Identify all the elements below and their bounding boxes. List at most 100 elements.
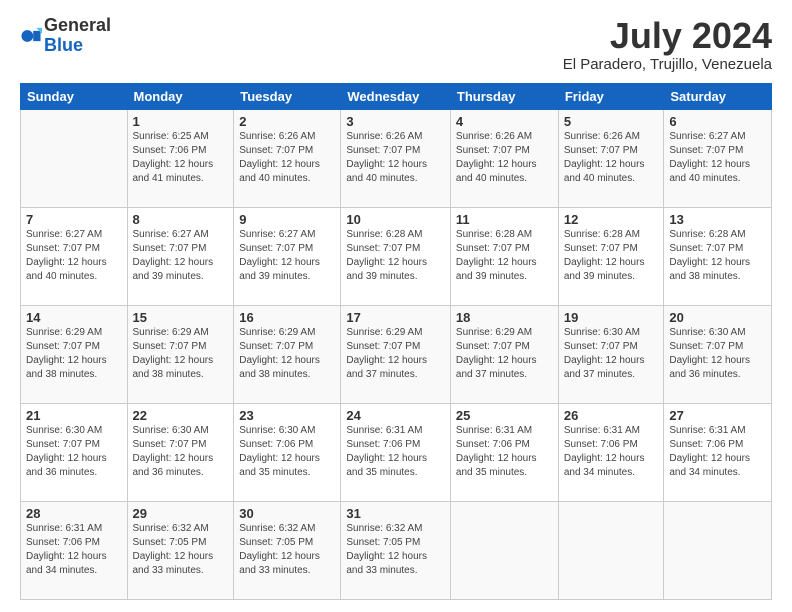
table-row: 4Sunrise: 6:26 AMSunset: 7:07 PMDaylight… bbox=[450, 109, 558, 207]
logo-general: General bbox=[44, 16, 111, 36]
day-number: 31 bbox=[346, 506, 445, 521]
table-row: 17Sunrise: 6:29 AMSunset: 7:07 PMDayligh… bbox=[341, 305, 451, 403]
header-tuesday: Tuesday bbox=[234, 83, 341, 109]
table-row: 27Sunrise: 6:31 AMSunset: 7:06 PMDayligh… bbox=[664, 403, 772, 501]
table-row: 23Sunrise: 6:30 AMSunset: 7:06 PMDayligh… bbox=[234, 403, 341, 501]
day-info: Sunrise: 6:31 AMSunset: 7:06 PMDaylight:… bbox=[346, 424, 445, 480]
day-info: Sunrise: 6:29 AMSunset: 7:07 PMDaylight:… bbox=[133, 326, 229, 382]
table-row: 8Sunrise: 6:27 AMSunset: 7:07 PMDaylight… bbox=[127, 207, 234, 305]
day-info: Sunrise: 6:28 AMSunset: 7:07 PMDaylight:… bbox=[456, 228, 553, 284]
table-row: 13Sunrise: 6:28 AMSunset: 7:07 PMDayligh… bbox=[664, 207, 772, 305]
day-info: Sunrise: 6:26 AMSunset: 7:07 PMDaylight:… bbox=[564, 130, 659, 186]
day-number: 9 bbox=[239, 212, 335, 227]
day-info: Sunrise: 6:30 AMSunset: 7:07 PMDaylight:… bbox=[133, 424, 229, 480]
table-row: 24Sunrise: 6:31 AMSunset: 7:06 PMDayligh… bbox=[341, 403, 451, 501]
table-row: 29Sunrise: 6:32 AMSunset: 7:05 PMDayligh… bbox=[127, 501, 234, 599]
day-number: 30 bbox=[239, 506, 335, 521]
table-row: 12Sunrise: 6:28 AMSunset: 7:07 PMDayligh… bbox=[558, 207, 664, 305]
table-row: 3Sunrise: 6:26 AMSunset: 7:07 PMDaylight… bbox=[341, 109, 451, 207]
day-info: Sunrise: 6:27 AMSunset: 7:07 PMDaylight:… bbox=[133, 228, 229, 284]
logo: General Blue bbox=[20, 16, 111, 56]
week-row-1: 1Sunrise: 6:25 AMSunset: 7:06 PMDaylight… bbox=[21, 109, 772, 207]
day-info: Sunrise: 6:25 AMSunset: 7:06 PMDaylight:… bbox=[133, 130, 229, 186]
header-monday: Monday bbox=[127, 83, 234, 109]
day-info: Sunrise: 6:27 AMSunset: 7:07 PMDaylight:… bbox=[26, 228, 122, 284]
week-row-4: 21Sunrise: 6:30 AMSunset: 7:07 PMDayligh… bbox=[21, 403, 772, 501]
header-saturday: Saturday bbox=[664, 83, 772, 109]
location: El Paradero, Trujillo, Venezuela bbox=[563, 56, 772, 73]
day-number: 27 bbox=[669, 408, 766, 423]
day-info: Sunrise: 6:29 AMSunset: 7:07 PMDaylight:… bbox=[456, 326, 553, 382]
week-row-2: 7Sunrise: 6:27 AMSunset: 7:07 PMDaylight… bbox=[21, 207, 772, 305]
logo-blue: Blue bbox=[44, 36, 111, 56]
table-row bbox=[664, 501, 772, 599]
day-info: Sunrise: 6:32 AMSunset: 7:05 PMDaylight:… bbox=[133, 522, 229, 578]
day-number: 18 bbox=[456, 310, 553, 325]
day-number: 2 bbox=[239, 114, 335, 129]
day-info: Sunrise: 6:27 AMSunset: 7:07 PMDaylight:… bbox=[669, 130, 766, 186]
day-info: Sunrise: 6:31 AMSunset: 7:06 PMDaylight:… bbox=[669, 424, 766, 480]
day-info: Sunrise: 6:29 AMSunset: 7:07 PMDaylight:… bbox=[26, 326, 122, 382]
month-title: July 2024 bbox=[563, 16, 772, 56]
day-info: Sunrise: 6:27 AMSunset: 7:07 PMDaylight:… bbox=[239, 228, 335, 284]
header-wednesday: Wednesday bbox=[341, 83, 451, 109]
day-info: Sunrise: 6:30 AMSunset: 7:06 PMDaylight:… bbox=[239, 424, 335, 480]
table-row bbox=[558, 501, 664, 599]
day-number: 12 bbox=[564, 212, 659, 227]
day-number: 13 bbox=[669, 212, 766, 227]
day-number: 29 bbox=[133, 506, 229, 521]
table-row: 6Sunrise: 6:27 AMSunset: 7:07 PMDaylight… bbox=[664, 109, 772, 207]
header-sunday: Sunday bbox=[21, 83, 128, 109]
header-thursday: Thursday bbox=[450, 83, 558, 109]
table-row: 9Sunrise: 6:27 AMSunset: 7:07 PMDaylight… bbox=[234, 207, 341, 305]
table-row: 14Sunrise: 6:29 AMSunset: 7:07 PMDayligh… bbox=[21, 305, 128, 403]
day-number: 14 bbox=[26, 310, 122, 325]
day-info: Sunrise: 6:28 AMSunset: 7:07 PMDaylight:… bbox=[346, 228, 445, 284]
day-info: Sunrise: 6:30 AMSunset: 7:07 PMDaylight:… bbox=[564, 326, 659, 382]
table-row: 15Sunrise: 6:29 AMSunset: 7:07 PMDayligh… bbox=[127, 305, 234, 403]
table-row: 30Sunrise: 6:32 AMSunset: 7:05 PMDayligh… bbox=[234, 501, 341, 599]
table-row: 20Sunrise: 6:30 AMSunset: 7:07 PMDayligh… bbox=[664, 305, 772, 403]
day-info: Sunrise: 6:32 AMSunset: 7:05 PMDaylight:… bbox=[346, 522, 445, 578]
day-number: 5 bbox=[564, 114, 659, 129]
day-info: Sunrise: 6:26 AMSunset: 7:07 PMDaylight:… bbox=[456, 130, 553, 186]
table-row: 2Sunrise: 6:26 AMSunset: 7:07 PMDaylight… bbox=[234, 109, 341, 207]
week-row-5: 28Sunrise: 6:31 AMSunset: 7:06 PMDayligh… bbox=[21, 501, 772, 599]
header-friday: Friday bbox=[558, 83, 664, 109]
day-info: Sunrise: 6:31 AMSunset: 7:06 PMDaylight:… bbox=[564, 424, 659, 480]
table-row: 11Sunrise: 6:28 AMSunset: 7:07 PMDayligh… bbox=[450, 207, 558, 305]
day-number: 20 bbox=[669, 310, 766, 325]
day-number: 11 bbox=[456, 212, 553, 227]
day-number: 26 bbox=[564, 408, 659, 423]
day-number: 22 bbox=[133, 408, 229, 423]
logo-icon bbox=[20, 25, 42, 47]
day-number: 28 bbox=[26, 506, 122, 521]
day-info: Sunrise: 6:28 AMSunset: 7:07 PMDaylight:… bbox=[669, 228, 766, 284]
day-number: 1 bbox=[133, 114, 229, 129]
day-info: Sunrise: 6:31 AMSunset: 7:06 PMDaylight:… bbox=[26, 522, 122, 578]
table-row: 26Sunrise: 6:31 AMSunset: 7:06 PMDayligh… bbox=[558, 403, 664, 501]
table-row: 22Sunrise: 6:30 AMSunset: 7:07 PMDayligh… bbox=[127, 403, 234, 501]
table-row: 16Sunrise: 6:29 AMSunset: 7:07 PMDayligh… bbox=[234, 305, 341, 403]
table-row: 7Sunrise: 6:27 AMSunset: 7:07 PMDaylight… bbox=[21, 207, 128, 305]
table-row: 1Sunrise: 6:25 AMSunset: 7:06 PMDaylight… bbox=[127, 109, 234, 207]
table-row bbox=[450, 501, 558, 599]
day-info: Sunrise: 6:26 AMSunset: 7:07 PMDaylight:… bbox=[239, 130, 335, 186]
week-row-3: 14Sunrise: 6:29 AMSunset: 7:07 PMDayligh… bbox=[21, 305, 772, 403]
day-number: 25 bbox=[456, 408, 553, 423]
day-info: Sunrise: 6:30 AMSunset: 7:07 PMDaylight:… bbox=[669, 326, 766, 382]
day-info: Sunrise: 6:28 AMSunset: 7:07 PMDaylight:… bbox=[564, 228, 659, 284]
day-number: 8 bbox=[133, 212, 229, 227]
day-info: Sunrise: 6:30 AMSunset: 7:07 PMDaylight:… bbox=[26, 424, 122, 480]
table-row bbox=[21, 109, 128, 207]
day-info: Sunrise: 6:31 AMSunset: 7:06 PMDaylight:… bbox=[456, 424, 553, 480]
day-number: 16 bbox=[239, 310, 335, 325]
day-number: 7 bbox=[26, 212, 122, 227]
day-number: 21 bbox=[26, 408, 122, 423]
day-number: 19 bbox=[564, 310, 659, 325]
table-row: 19Sunrise: 6:30 AMSunset: 7:07 PMDayligh… bbox=[558, 305, 664, 403]
header: General Blue July 2024 El Paradero, Truj… bbox=[20, 16, 772, 73]
day-number: 6 bbox=[669, 114, 766, 129]
day-number: 15 bbox=[133, 310, 229, 325]
table-row: 25Sunrise: 6:31 AMSunset: 7:06 PMDayligh… bbox=[450, 403, 558, 501]
